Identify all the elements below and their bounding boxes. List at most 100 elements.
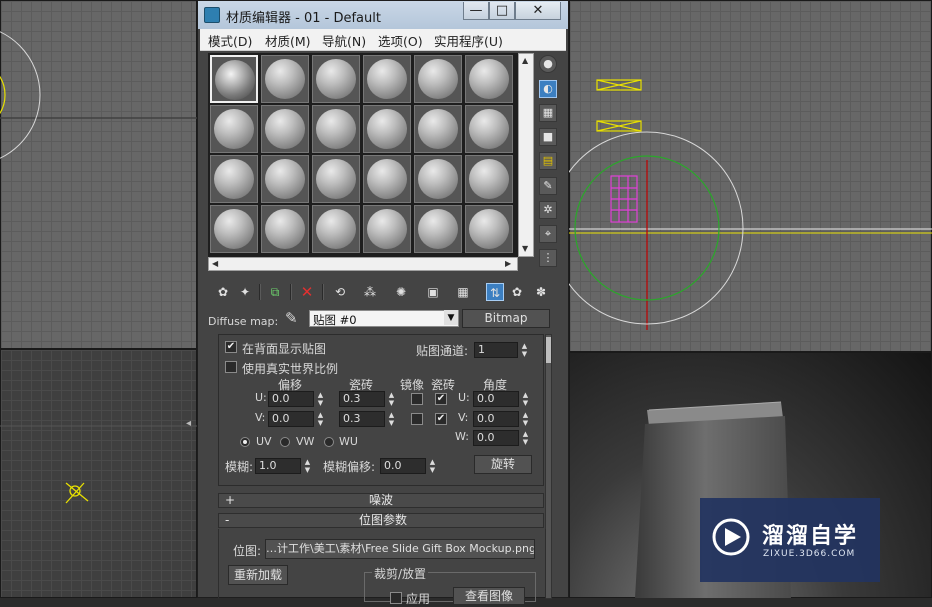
bitmap-params-rollout-header[interactable]: - 位图参数 [218, 513, 544, 528]
reset-map-icon[interactable]: ✕ [298, 283, 316, 301]
close-button[interactable]: ✕ [515, 2, 561, 20]
go-forward-icon[interactable]: ✿ [508, 283, 526, 301]
v-angle-field[interactable]: 0.0 [473, 411, 519, 427]
scroll-left-arrow-icon[interactable]: ◀ [212, 259, 218, 268]
material-sample-slot[interactable] [312, 55, 360, 103]
wu-radio[interactable] [324, 437, 334, 447]
material-sample-slot[interactable] [210, 105, 258, 153]
scroll-down-arrow-icon[interactable]: ▼ [522, 244, 528, 253]
material-sample-slot[interactable] [465, 105, 513, 153]
scroll-up-arrow-icon[interactable]: ▲ [522, 56, 528, 65]
background-icon[interactable]: ✽ [532, 283, 550, 301]
material-sample-slot[interactable] [210, 55, 258, 103]
blur-field[interactable]: 1.0 [255, 458, 301, 474]
material-sample-slot[interactable] [312, 205, 360, 253]
v-angle-spinner[interactable]: ▲ ▼ [521, 411, 530, 427]
v-offset-field[interactable]: 0.0 [268, 411, 314, 427]
material-sample-slot[interactable] [363, 105, 411, 153]
material-sample-slot[interactable] [261, 55, 309, 103]
u-angle-field[interactable]: 0.0 [473, 391, 519, 407]
backlight-icon[interactable]: ◐ [539, 80, 557, 98]
menu-mode[interactable]: 模式(D) [208, 31, 252, 50]
u-tile-checkbox[interactable]: ✔ [435, 393, 447, 405]
show-map-on-back-checkbox[interactable]: ✔ [225, 341, 237, 353]
material-sample-slot[interactable] [261, 205, 309, 253]
v-tiling-spinner[interactable]: ▲ ▼ [387, 411, 396, 427]
material-sample-slot[interactable] [363, 205, 411, 253]
map-name-combo[interactable]: 贴图 #0 ▼ [309, 310, 459, 327]
apply-checkbox[interactable] [390, 592, 402, 604]
view-image-button[interactable]: 查看图像 [453, 587, 525, 605]
show-end-result-icon[interactable]: ▦ [454, 283, 472, 301]
material-sample-slot[interactable] [414, 205, 462, 253]
v-offset-spinner[interactable]: ▲ ▼ [316, 411, 325, 427]
material-sample-slot[interactable] [261, 155, 309, 203]
eyedropper-icon[interactable]: ✎ [285, 309, 298, 327]
material-sample-slot[interactable] [312, 105, 360, 153]
material-sample-slot[interactable] [363, 155, 411, 203]
maximize-button[interactable]: □ [489, 2, 515, 20]
assign-to-selection-icon[interactable]: ⧉ [266, 283, 284, 301]
map-type-button[interactable]: Bitmap [462, 309, 550, 328]
scroll-right-arrow-icon[interactable]: ▶ [505, 259, 511, 268]
blur-spinner[interactable]: ▲ ▼ [303, 458, 312, 474]
options-icon[interactable]: ✲ [539, 201, 557, 219]
chevron-down-icon[interactable]: ▼ [444, 310, 458, 325]
get-material-icon[interactable]: ✿ [214, 283, 232, 301]
v-mirror-checkbox[interactable] [411, 413, 423, 425]
slots-vertical-scrollbar[interactable]: ▲ ▼ [518, 53, 534, 257]
panel-scroll-thumb[interactable] [546, 337, 551, 363]
material-sample-slot[interactable] [465, 205, 513, 253]
noise-rollout-header[interactable]: + 噪波 [218, 493, 544, 508]
select-by-material-icon[interactable]: ⌖ [539, 225, 557, 243]
background-checker-icon[interactable]: ▦ [539, 104, 557, 122]
blur-offset-spinner[interactable]: ▲ ▼ [428, 458, 437, 474]
material-sample-slot[interactable] [261, 105, 309, 153]
material-map-navigator-icon[interactable]: ⋮ [539, 249, 557, 267]
w-angle-spinner[interactable]: ▲ ▼ [521, 430, 530, 446]
put-to-library-icon[interactable]: ⁂ [361, 283, 379, 301]
w-angle-field[interactable]: 0.0 [473, 430, 519, 446]
menu-navigation[interactable]: 导航(N) [322, 31, 366, 50]
vw-radio[interactable] [280, 437, 290, 447]
reload-button[interactable]: 重新加载 [228, 565, 288, 585]
slots-horizontal-scrollbar[interactable]: ◀ ▶ [208, 257, 518, 271]
u-mirror-checkbox[interactable] [411, 393, 423, 405]
material-id-channel-icon[interactable]: ✺ [392, 283, 410, 301]
video-color-check-icon[interactable]: ▤ [539, 152, 557, 170]
real-world-scale-checkbox[interactable] [225, 361, 237, 373]
bitmap-path-button[interactable]: …计工作\美工\素材\Free Slide Gift Box Mockup.pn… [265, 539, 535, 559]
material-sample-slot[interactable] [210, 205, 258, 253]
u-tiling-spinner[interactable]: ▲ ▼ [387, 391, 396, 407]
material-sample-slot[interactable] [363, 55, 411, 103]
show-shaded-icon[interactable]: ▣ [424, 283, 442, 301]
material-sample-slot[interactable] [414, 55, 462, 103]
material-sample-slot[interactable] [414, 155, 462, 203]
u-offset-field[interactable]: 0.0 [268, 391, 314, 407]
title-bar[interactable]: 材质编辑器 - 01 - Default — □ ✕ [198, 1, 568, 29]
material-sample-slot[interactable] [312, 155, 360, 203]
map-channel-field[interactable]: 1 [474, 342, 518, 358]
sample-uv-tiling-icon[interactable]: ■ [539, 128, 557, 146]
material-sample-slot[interactable] [414, 105, 462, 153]
v-tile-checkbox[interactable]: ✔ [435, 413, 447, 425]
put-to-scene-icon[interactable]: ✦ [236, 283, 254, 301]
blur-offset-field[interactable]: 0.0 [380, 458, 426, 474]
make-unique-icon[interactable]: ⟲ [331, 283, 349, 301]
menu-material[interactable]: 材质(M) [265, 31, 311, 50]
uv-radio[interactable] [240, 437, 250, 447]
sample-type-icon[interactable]: ● [539, 55, 557, 73]
menu-options[interactable]: 选项(O) [378, 31, 423, 50]
material-sample-slot[interactable] [210, 155, 258, 203]
u-tiling-field[interactable]: 0.3 [339, 391, 385, 407]
material-sample-slot[interactable] [465, 55, 513, 103]
go-to-parent-icon[interactable]: ⇅ [486, 283, 504, 301]
panel-scrollbar[interactable] [545, 334, 552, 599]
material-sample-slot[interactable] [465, 155, 513, 203]
minimize-button[interactable]: — [463, 2, 489, 20]
map-channel-spinner[interactable]: ▲ ▼ [520, 342, 529, 358]
make-preview-icon[interactable]: ✎ [539, 177, 557, 195]
v-tiling-field[interactable]: 0.3 [339, 411, 385, 427]
u-offset-spinner[interactable]: ▲ ▼ [316, 391, 325, 407]
menu-utilities[interactable]: 实用程序(U) [434, 31, 503, 50]
